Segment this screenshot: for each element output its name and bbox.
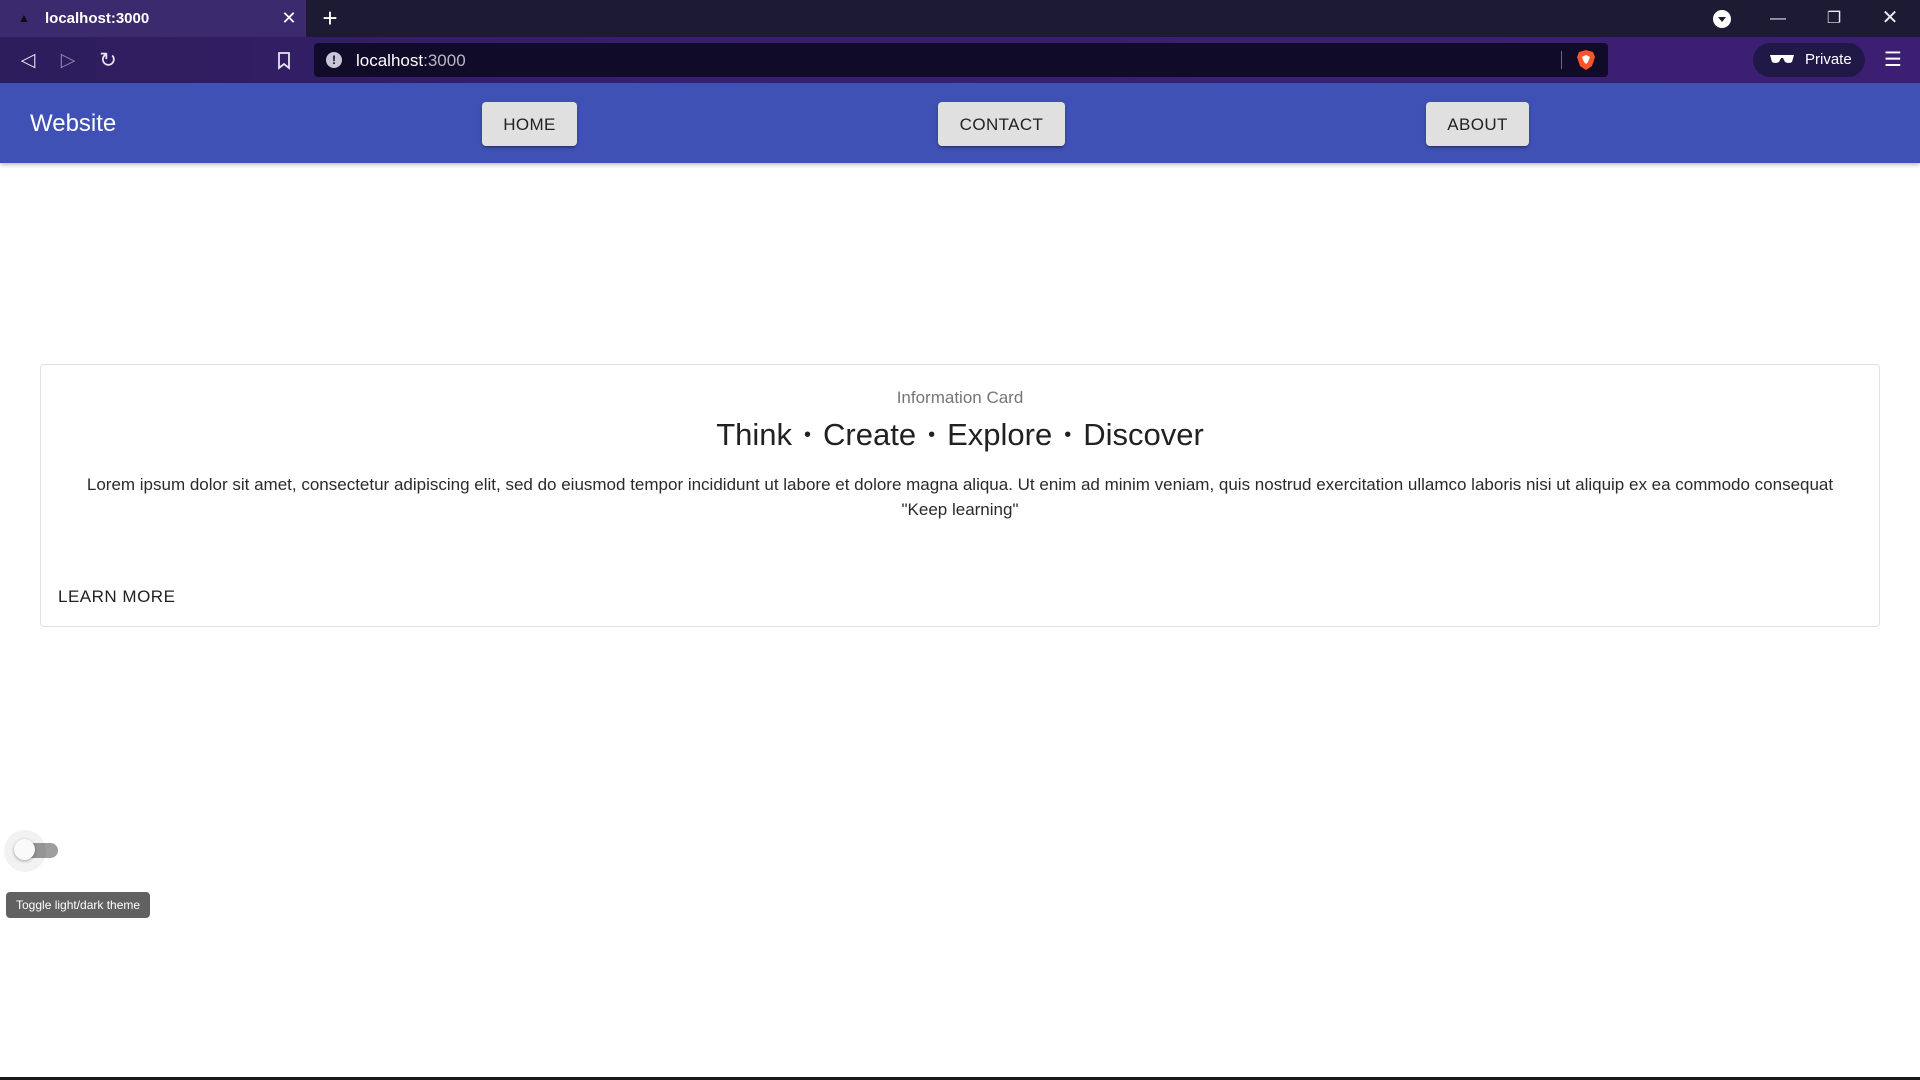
card-quote: "Keep learning" <box>901 500 1019 519</box>
information-card: Information Card Think • Create • Explore • Di… <box>40 364 1880 627</box>
card-overline: Information Card <box>896 388 1024 407</box>
private-label: Private <box>1805 51 1852 68</box>
app-bar: Website HOME CONTACT ABOUT <box>0 83 1920 163</box>
restore-icon[interactable]: ❐ <box>1806 0 1862 37</box>
switch-thumb[interactable] <box>14 839 35 860</box>
nav-about-button[interactable]: ABOUT <box>1426 102 1529 146</box>
brave-shield-icon[interactable] <box>1576 49 1596 71</box>
theme-toggle-tooltip: Toggle light/dark theme <box>6 892 151 918</box>
headline-separator: • <box>804 424 812 446</box>
hamburger-menu-icon[interactable]: ☰ <box>1882 49 1904 71</box>
headline-word: Think <box>716 417 792 452</box>
back-arrow-icon[interactable]: ◁ <box>16 49 40 73</box>
forward-arrow-icon[interactable]: ▷ <box>56 49 80 73</box>
theme-toggle-switch[interactable] <box>4 830 60 872</box>
headline-word: Create <box>823 417 917 452</box>
card-body: Lorem ipsum dolor sit amet, consectetur … <box>81 472 1839 522</box>
nav-home-button[interactable]: HOME <box>482 102 577 146</box>
minimize-icon[interactable]: — <box>1750 0 1806 37</box>
browser-tab-strip: ▲ localhost:3000 ✕ + — ❐ ✕ <box>0 0 1920 37</box>
leaf-icon: ▲ <box>18 11 30 25</box>
info-icon[interactable]: ! <box>326 52 342 68</box>
headline-word: Explore <box>947 417 1053 452</box>
close-icon[interactable]: ✕ <box>1862 0 1918 37</box>
headline-separator: • <box>1064 424 1072 446</box>
url-port: :3000 <box>423 51 466 70</box>
headline-separator: • <box>928 424 936 446</box>
url-host: localhost <box>356 51 424 70</box>
private-window-badge[interactable]: Private <box>1753 43 1865 77</box>
nav-contact-button[interactable]: CONTACT <box>938 102 1065 146</box>
private-glasses-icon <box>1769 52 1795 68</box>
url-text[interactable]: localhost:3000 <box>356 51 466 71</box>
address-bar[interactable]: ! localhost:3000 <box>314 43 1608 77</box>
card-headline: Think • Create • Explore • Discover <box>41 417 1879 453</box>
close-icon[interactable]: ✕ <box>280 8 298 28</box>
brand-title[interactable]: Website <box>30 110 116 138</box>
card-body-text: Lorem ipsum dolor sit amet, consectetur … <box>86 475 1834 494</box>
browser-tab[interactable]: ▲ localhost:3000 ✕ <box>0 0 306 37</box>
tab-title: localhost:3000 <box>45 10 150 27</box>
bookmark-icon[interactable] <box>272 49 296 73</box>
browser-toolbar: ◁ ▷ ↻ ! localhost:3000 Private ☰ <box>0 37 1920 83</box>
chevron-down-circle-icon[interactable] <box>1713 10 1731 28</box>
headline-word: Discover <box>1083 417 1204 452</box>
url-divider <box>1561 51 1562 69</box>
plus-icon[interactable]: + <box>318 5 342 31</box>
reload-icon[interactable]: ↻ <box>96 49 120 73</box>
learn-more-button[interactable]: LEARN MORE <box>58 587 175 607</box>
